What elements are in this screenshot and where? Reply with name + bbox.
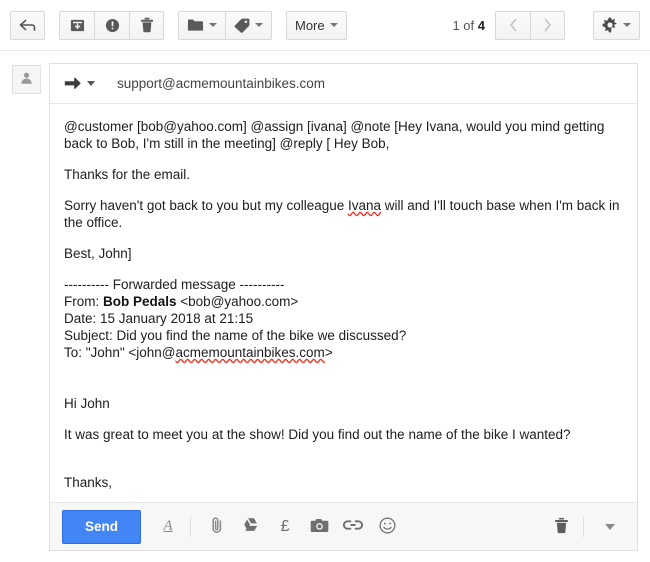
link-chain-icon bbox=[342, 519, 364, 534]
pagination-group bbox=[495, 10, 565, 40]
google-drive-icon bbox=[242, 517, 260, 536]
pager-total: 4 bbox=[477, 17, 485, 33]
command-line-paragraph: @customer [bob@yahoo.com] @assign [ivana… bbox=[64, 119, 605, 151]
recipient-address[interactable]: support@acmemountainbikes.com bbox=[117, 76, 325, 91]
insert-money-button[interactable]: £ bbox=[270, 512, 300, 542]
more-label: More bbox=[295, 17, 325, 33]
text-format-icon: A bbox=[163, 518, 173, 534]
compose-area: support@acmemountainbikes.com @customer … bbox=[0, 51, 650, 562]
trash-icon bbox=[554, 517, 569, 537]
quoted-body-paragraph: It was great to meet you at the show! Di… bbox=[64, 427, 571, 442]
more-button[interactable]: More bbox=[286, 10, 347, 40]
recipient-dropdown-caret-icon[interactable] bbox=[87, 81, 95, 86]
pound-currency-icon: £ bbox=[280, 517, 290, 535]
chevron-down-icon bbox=[329, 23, 338, 27]
footer-divider bbox=[190, 516, 192, 537]
archive-box-icon bbox=[70, 18, 85, 33]
spellcheck-word-ivana: Ivana bbox=[348, 198, 382, 213]
thanks-paragraph: Thanks for the email. bbox=[64, 167, 191, 182]
settings-button[interactable] bbox=[593, 10, 640, 40]
to-line-end: > bbox=[324, 345, 333, 360]
forward-arrow-icon bbox=[64, 77, 81, 90]
settings-group bbox=[593, 10, 640, 40]
move-to-button[interactable] bbox=[178, 10, 225, 40]
organize-group bbox=[178, 10, 272, 40]
spellcheck-word-domain: acmemountainbikes.com bbox=[175, 345, 325, 360]
back-to-inbox-button[interactable] bbox=[10, 10, 45, 40]
label-tag-icon bbox=[234, 18, 250, 33]
footer-divider bbox=[583, 516, 584, 537]
insert-photo-button[interactable] bbox=[304, 512, 334, 542]
compose-footer: Send A £ bbox=[50, 502, 637, 550]
insert-drive-file-button[interactable] bbox=[236, 512, 266, 542]
forwarded-from-line: From: Bob Pedals <bob@yahoo.com> bbox=[64, 293, 623, 310]
recipient-row[interactable]: support@acmemountainbikes.com bbox=[50, 64, 637, 104]
forwarded-message-block: ---------- Forwarded message ---------- … bbox=[64, 276, 623, 361]
attach-file-button[interactable] bbox=[202, 512, 232, 542]
paperclip-icon bbox=[209, 516, 225, 537]
signoff-paragraph: Best, John] bbox=[64, 246, 132, 261]
forwarded-to-line: To: "John" <john@acmemountainbikes.com> bbox=[64, 344, 623, 361]
more-options-button[interactable] bbox=[595, 512, 625, 542]
trash-icon bbox=[140, 17, 154, 33]
discard-draft-button[interactable] bbox=[546, 512, 576, 542]
delete-button[interactable] bbox=[129, 10, 164, 40]
message-toolbar: More 1 of 4 bbox=[0, 0, 650, 51]
report-spam-icon bbox=[105, 18, 120, 33]
sorry-text-part1: Sorry haven't got back to you but my col… bbox=[64, 198, 348, 213]
from-sender-name: Bob Pedals bbox=[103, 294, 177, 309]
archive-button[interactable] bbox=[59, 10, 94, 40]
next-message-button[interactable] bbox=[530, 10, 565, 40]
insert-emoji-button[interactable] bbox=[372, 512, 402, 542]
sorry-paragraph: Sorry haven't got back to you but my col… bbox=[64, 197, 623, 231]
from-sender-email: <bob@yahoo.com> bbox=[176, 294, 299, 309]
compose-panel: support@acmemountainbikes.com @customer … bbox=[49, 63, 638, 551]
chevron-left-icon bbox=[509, 18, 518, 32]
forwarded-date-line: Date: 15 January 2018 at 21:15 bbox=[64, 311, 254, 326]
chevron-down-icon bbox=[255, 23, 263, 27]
insert-link-button[interactable] bbox=[338, 512, 368, 542]
to-label: To: "John" <john@ bbox=[64, 345, 176, 360]
message-actions-group bbox=[59, 10, 164, 40]
folder-icon bbox=[187, 18, 204, 32]
forwarded-subject-line: Subject: Did you find the name of the bi… bbox=[64, 328, 407, 343]
chevron-right-icon bbox=[543, 18, 552, 32]
quoted-greeting: Hi John bbox=[64, 396, 110, 411]
previous-message-button[interactable] bbox=[495, 10, 530, 40]
person-avatar-icon bbox=[19, 71, 34, 89]
pager-prefix: 1 of bbox=[452, 17, 478, 33]
message-body[interactable]: @customer [bob@yahoo.com] @assign [ivana… bbox=[50, 104, 637, 502]
more-group: More bbox=[286, 10, 347, 40]
quoted-thanks: Thanks, bbox=[64, 475, 113, 490]
message-pager: 1 of 4 bbox=[452, 18, 485, 33]
send-button[interactable]: Send bbox=[62, 509, 142, 544]
avatar bbox=[12, 65, 41, 94]
reply-arrow-icon bbox=[19, 18, 36, 32]
back-button-group bbox=[10, 10, 45, 40]
labels-button[interactable] bbox=[225, 10, 272, 40]
from-label: From: bbox=[64, 294, 103, 309]
more-options-caret-icon bbox=[605, 523, 615, 530]
chevron-down-icon bbox=[209, 23, 217, 27]
formatting-options-button[interactable]: A bbox=[153, 512, 183, 542]
camera-icon bbox=[310, 518, 329, 536]
report-spam-button[interactable] bbox=[94, 10, 129, 40]
emoji-smiley-icon bbox=[379, 517, 396, 537]
chevron-down-icon bbox=[623, 23, 631, 27]
gear-icon bbox=[602, 17, 618, 33]
forwarded-header: ---------- Forwarded message ---------- bbox=[64, 277, 285, 292]
